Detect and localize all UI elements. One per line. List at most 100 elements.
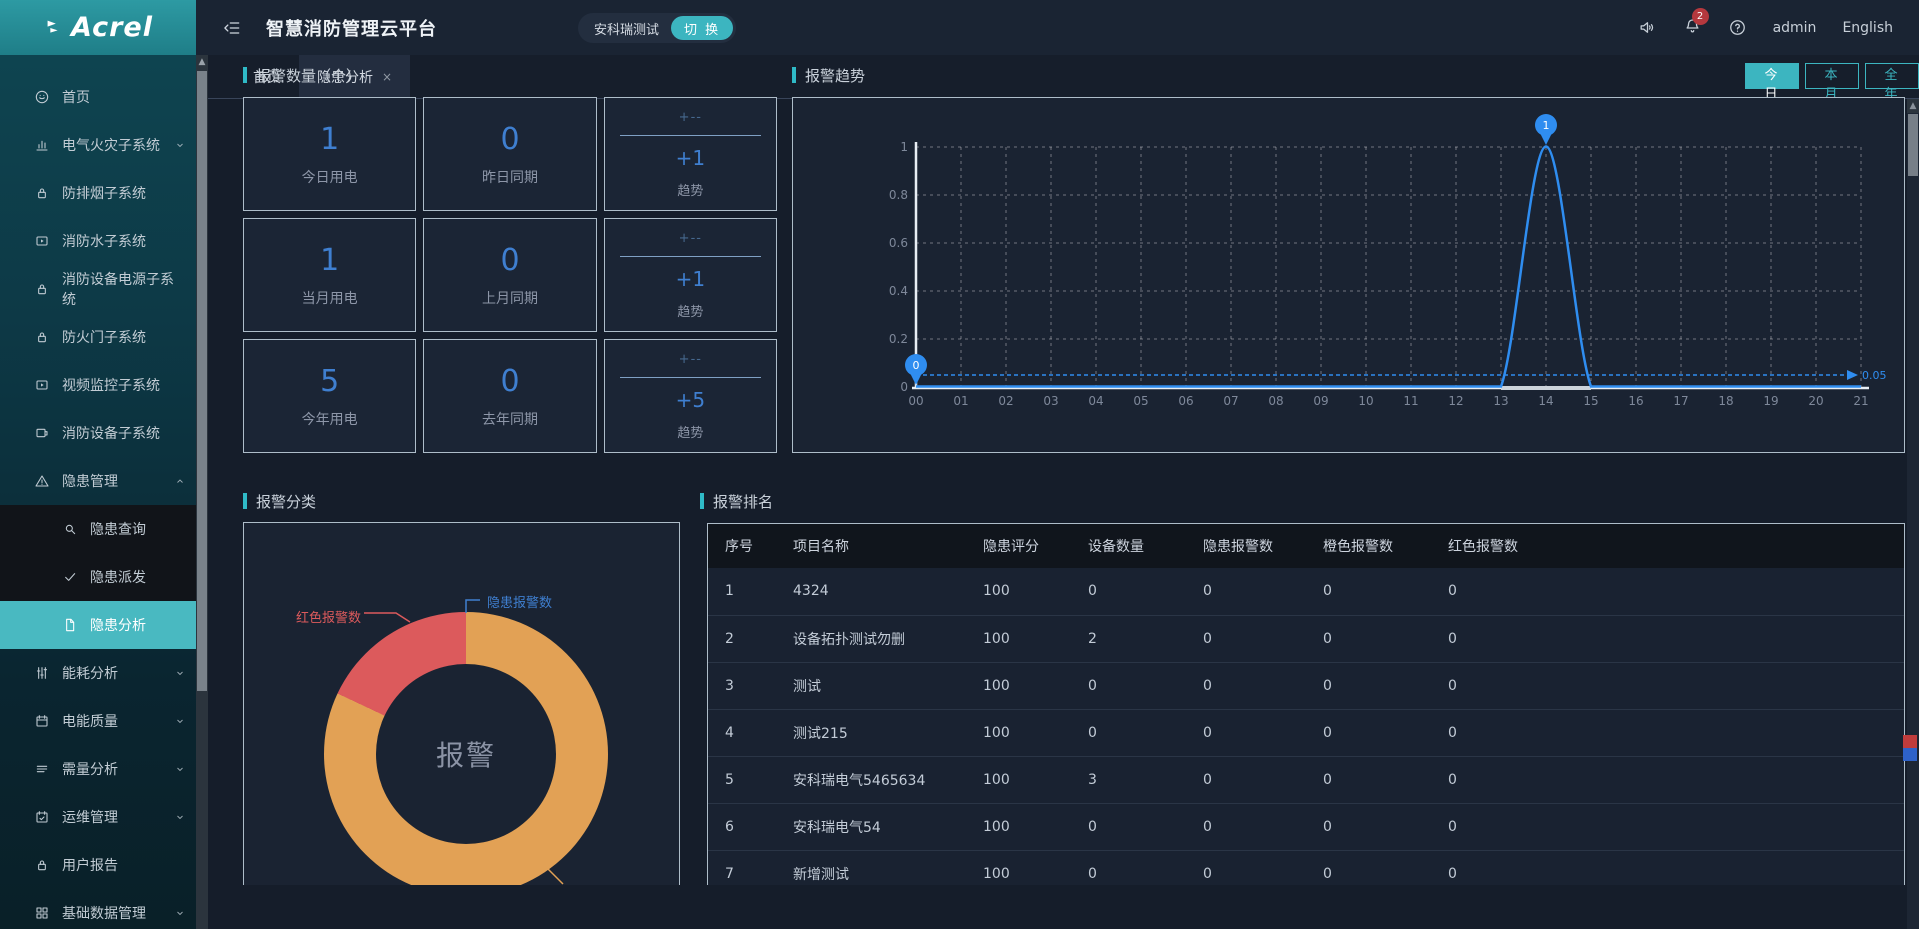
range-button-全年[interactable]: 全 年 [1865, 63, 1919, 89]
stat-value: 0 [500, 364, 519, 399]
flag-icon [43, 17, 65, 39]
sidebar-item-label: 需量分析 [62, 759, 118, 779]
sidebar-item-label: 隐患管理 [62, 471, 118, 491]
svg-text:08: 08 [1268, 394, 1283, 408]
sidebar-item-label: 基础数据管理 [62, 903, 146, 923]
svg-text:15: 15 [1583, 394, 1598, 408]
chevron-down-icon [174, 715, 186, 727]
sidebar-item-label: 隐患查询 [90, 519, 146, 539]
alarm-count-cards: 1今日用电0昨日同期+--+1趋势1当月用电0上月同期+--+1趋势5今年用电0… [243, 97, 777, 453]
range-button-本月[interactable]: 本 月 [1805, 63, 1859, 89]
column-header-序号: 序号 [708, 524, 776, 568]
sidebar-item-隐患派发[interactable]: 隐患派发 [0, 553, 196, 601]
column-header-红色报警数: 红色报警数 [1431, 524, 1904, 568]
notifications[interactable]: 2 [1683, 16, 1702, 39]
table-cell: 0 [1431, 615, 1904, 662]
table-cell: 测试 [776, 662, 966, 709]
trend-label: 趋势 [677, 180, 703, 199]
stat-label: 上月同期 [482, 288, 538, 308]
sidebar-item-电能质量[interactable]: 电能质量 [0, 697, 196, 745]
sidebar-item-首页[interactable]: 首页 [0, 73, 196, 121]
scroll-up-icon[interactable]: ▲ [196, 55, 208, 69]
alarm-trend-chart: 00.20.40.60.8100010203040506070809101112… [793, 98, 1904, 452]
sidebar-item-需量分析[interactable]: 需量分析 [0, 745, 196, 793]
speaker-icon[interactable] [1638, 18, 1657, 37]
user-name[interactable]: admin [1773, 20, 1817, 36]
sidebar-item-消防设备电源子系统[interactable]: 消防设备电源子系统 [0, 265, 196, 313]
table-cell: 6 [708, 803, 776, 850]
sidebar-item-运维管理[interactable]: 运维管理 [0, 793, 196, 841]
stat-label: 当月用电 [302, 288, 358, 308]
svg-text:0.2: 0.2 [889, 332, 908, 346]
svg-text:03: 03 [1043, 394, 1058, 408]
sidebar-nav: 首页电气火灾子系统防排烟子系统消防水子系统消防设备电源子系统防火门子系统视频监控… [0, 55, 196, 929]
stat-value: 5 [320, 364, 339, 399]
table-header-row: 序号项目名称隐患评分设备数量隐患报警数橙色报警数红色报警数 [708, 524, 1904, 568]
sidebar-item-隐患查询[interactable]: 隐患查询 [0, 505, 196, 553]
trend-range-buttons: 今 日本 月全 年 [1745, 63, 1919, 89]
sidebar-item-电气火灾子系统[interactable]: 电气火灾子系统 [0, 121, 196, 169]
sidebar-item-label: 消防水子系统 [62, 231, 146, 251]
svg-text:00: 00 [908, 394, 923, 408]
sliders-icon [34, 665, 50, 681]
floating-widget-red [1903, 735, 1917, 748]
notification-badge: 2 [1692, 8, 1709, 25]
sidebar-item-用户报告[interactable]: 用户报告 [0, 841, 196, 889]
language-switch[interactable]: English [1842, 20, 1893, 36]
trend-label: 趋势 [677, 301, 703, 320]
svg-text:14: 14 [1538, 394, 1553, 408]
sidebar-item-防火门子系统[interactable]: 防火门子系统 [0, 313, 196, 361]
section-title-alarm-count: 报警数量（个） [243, 65, 361, 85]
chevron-down-icon [174, 763, 186, 775]
sidebar-item-label: 用户报告 [62, 855, 118, 875]
sidebar-item-label: 消防设备子系统 [62, 423, 160, 443]
page-scrollbar[interactable]: ▲ [1907, 99, 1919, 929]
column-header-橙色报警数: 橙色报警数 [1306, 524, 1431, 568]
stat-label: 今日用电 [302, 167, 358, 187]
svg-text:19: 19 [1763, 394, 1778, 408]
sidebar-scrollbar[interactable]: ▲ [196, 55, 208, 929]
sidebar-item-label: 防排烟子系统 [62, 183, 146, 203]
floating-widget[interactable] [1903, 735, 1917, 761]
switch-project-button[interactable]: 切 换 [671, 16, 733, 40]
sidebar-item-隐患管理[interactable]: 隐患管理 [0, 457, 196, 505]
sidebar-item-消防水子系统[interactable]: 消防水子系统 [0, 217, 196, 265]
check-icon [62, 569, 78, 585]
chevron-down-icon [174, 907, 186, 919]
table-cell: 100 [966, 662, 1071, 709]
alarm-ranking-panel: 序号项目名称隐患评分设备数量隐患报警数橙色报警数红色报警数 1432410000… [707, 523, 1905, 885]
stat-label: 昨日同期 [482, 167, 538, 187]
page-scrollbar-thumb[interactable] [1908, 114, 1918, 176]
range-button-今日[interactable]: 今 日 [1745, 63, 1799, 89]
sidebar-item-消防设备子系统[interactable]: 消防设备子系统 [0, 409, 196, 457]
table-cell: 5 [708, 756, 776, 803]
table-row: 3测试1000000 [708, 662, 1904, 709]
table-cell: 100 [966, 850, 1071, 885]
help-icon[interactable] [1728, 18, 1747, 37]
table-cell: 0 [1071, 803, 1186, 850]
collapse-menu-icon[interactable] [222, 18, 242, 38]
svg-text:13: 13 [1493, 394, 1508, 408]
close-icon[interactable]: × [382, 70, 392, 84]
chevron-up-icon [174, 475, 186, 487]
brand-name: Acrel [71, 12, 153, 43]
doc-icon [62, 617, 78, 633]
series-line [916, 147, 1861, 387]
sidebar-item-基础数据管理[interactable]: 基础数据管理 [0, 889, 196, 929]
sidebar-scrollbar-thumb[interactable] [197, 71, 207, 691]
sidebar-item-label: 能耗分析 [62, 663, 118, 683]
sidebar-item-能耗分析[interactable]: 能耗分析 [0, 649, 196, 697]
table-cell: 0 [1431, 709, 1904, 756]
svg-text:21: 21 [1853, 394, 1868, 408]
scroll-up-icon[interactable]: ▲ [1907, 99, 1919, 113]
alarm-category-panel: 报警 隐患报警数 红色报警数 [243, 522, 680, 885]
sidebar-item-隐患分析[interactable]: 隐患分析 [0, 601, 196, 649]
sidebar-item-视频监控子系统[interactable]: 视频监控子系统 [0, 361, 196, 409]
trend-value: +1 [676, 267, 705, 291]
chart-pin: 1 [1535, 114, 1557, 145]
sidebar-item-防排烟子系统[interactable]: 防排烟子系统 [0, 169, 196, 217]
brand-logo: Acrel [0, 0, 196, 55]
table-cell: 0 [1431, 662, 1904, 709]
svg-text:17: 17 [1673, 394, 1688, 408]
sidebar-item-label: 隐患分析 [90, 615, 146, 635]
